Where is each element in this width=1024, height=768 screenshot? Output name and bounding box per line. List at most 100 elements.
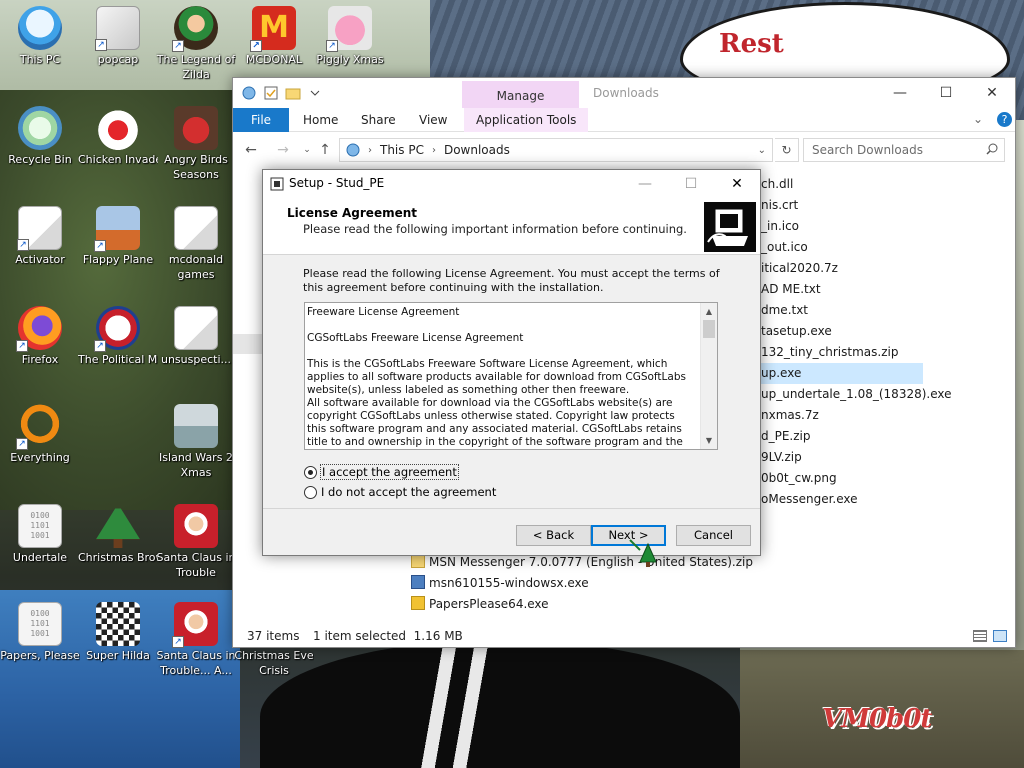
desktop-icon-legend-of-zilda[interactable]: ↗ The Legend of Zilda — [156, 6, 236, 82]
installer-computer-icon — [704, 202, 756, 252]
desktop-icon-popcap[interactable]: ↗ popcap — [78, 6, 158, 67]
address-row: ← → ⌄ ↑ › This PC › Downloads ⌄ ↻ Search… — [233, 136, 1015, 164]
details-view-icon[interactable] — [973, 630, 987, 642]
desktop-icon-piggly-xmas[interactable]: ↗ Piggly Xmas — [310, 6, 390, 67]
file-row[interactable]: d_PE.zip — [761, 426, 811, 447]
shortcut-arrow-icon: ↗ — [326, 40, 338, 52]
accept-radio-option[interactable]: I accept the agreement — [304, 464, 459, 480]
dialog-subheading: Please read the following important info… — [303, 222, 687, 236]
scroll-down-icon[interactable]: ▼ — [701, 432, 717, 449]
desktop-icon-activator[interactable]: ↗ Activator — [0, 206, 80, 267]
file-row[interactable]: AD ME.txt — [761, 279, 821, 300]
desktop-icon-everything[interactable]: ↗ Everything — [0, 404, 80, 465]
address-bar[interactable]: › This PC › Downloads ⌄ — [339, 138, 773, 162]
desktop-icon-unsuspecti[interactable]: unsuspecti... — [156, 306, 236, 367]
cancel-button[interactable]: Cancel — [676, 525, 751, 546]
search-placeholder: Search Downloads — [812, 143, 923, 157]
file-row[interactable]: _in.ico — [761, 216, 799, 237]
scroll-thumb[interactable] — [703, 320, 715, 338]
explorer-title: Downloads — [593, 86, 659, 100]
desktop-icon-papers-please[interactable]: 0100 1101 1001 Papers, Please — [0, 602, 80, 663]
desktop-icon-flappy-plane[interactable]: ↗ Flappy Plane — [78, 206, 158, 267]
forward-arrow-icon[interactable]: → — [273, 140, 293, 160]
desktop-icon-this-pc[interactable]: This PC — [0, 6, 80, 67]
search-input[interactable]: Search Downloads — [803, 138, 1005, 162]
file-row[interactable]: nis.crt — [761, 195, 798, 216]
file-row[interactable]: 0b0t_cw.png — [761, 468, 837, 489]
desktop-icon-santa-claus-trouble-a[interactable]: ↗ Santa Claus in Trouble... A... — [156, 602, 236, 678]
file-row[interactable]: nxmas.7z — [761, 405, 819, 426]
chevron-down-icon[interactable] — [307, 85, 323, 101]
minimize-button[interactable]: — — [877, 78, 923, 108]
file-row[interactable]: tasetup.exe — [761, 321, 832, 342]
tab-application-tools[interactable]: Application Tools — [464, 108, 589, 132]
desktop-icon-political-machine[interactable]: ↗ The Political Machine 2... — [78, 306, 158, 367]
dialog-minimize-button[interactable]: — — [622, 170, 668, 198]
political-machine-icon: ↗ — [94, 306, 140, 352]
tab-share[interactable]: Share — [349, 108, 408, 132]
tab-view[interactable]: View — [407, 108, 459, 132]
file-row-selected[interactable]: up.exe — [755, 363, 923, 384]
decline-radio-label[interactable]: I do not accept the agreement — [321, 485, 496, 499]
desktop-icon-mcdonal[interactable]: M ↗ MCDONAL — [234, 6, 314, 67]
maximize-button[interactable]: ☐ — [923, 78, 969, 108]
tab-file[interactable]: File — [233, 108, 289, 132]
desktop-icon-undertale[interactable]: 0100 1101 1001 Undertale — [0, 504, 80, 565]
back-arrow-icon[interactable]: ← — [241, 140, 261, 160]
properties-icon[interactable] — [263, 85, 279, 101]
breadcrumb-this-pc[interactable]: This PC — [380, 143, 424, 157]
file-row[interactable]: up_undertale_1.08_(18328).exe — [761, 384, 952, 405]
file-row[interactable]: _out.ico — [761, 237, 808, 258]
chevron-right-icon: › — [368, 144, 372, 156]
scroll-up-icon[interactable]: ▲ — [701, 303, 717, 320]
refresh-icon[interactable]: ↻ — [775, 138, 799, 162]
flappy-plane-icon: ↗ — [94, 206, 140, 252]
dialog-close-button[interactable]: ✕ — [714, 170, 760, 198]
manage-tab[interactable]: Manage — [462, 81, 579, 108]
shortcut-arrow-icon: ↗ — [94, 340, 106, 352]
search-icon — [986, 143, 998, 155]
address-dropdown-icon[interactable]: ⌄ — [758, 145, 766, 156]
decline-radio[interactable] — [304, 485, 317, 499]
new-folder-icon[interactable] — [285, 85, 301, 101]
desktop-icon-firefox[interactable]: ↗ Firefox — [0, 306, 80, 367]
back-button[interactable]: < Back — [516, 525, 591, 546]
desktop-icon-super-hilda[interactable]: Super Hilda — [78, 602, 158, 663]
desktop-icon-christmas-browser-99[interactable]: Christmas Browser 99 — [78, 504, 158, 565]
recent-dropdown-icon[interactable]: ⌄ — [297, 140, 317, 160]
status-selection: 1 item selected 1.16 MB — [313, 629, 463, 643]
recycle-bin-icon — [18, 106, 62, 150]
installer-icon — [411, 575, 425, 589]
desktop-icon-angry-birds-seasons[interactable]: Angry Birds Seasons — [156, 106, 236, 182]
close-button[interactable]: ✕ — [969, 78, 1015, 108]
desktop-icon-island-wars-2-xmas[interactable]: Island Wars 2 Xmas — [156, 404, 236, 480]
license-text-box[interactable]: Freeware License Agreement CGSoftLabs Fr… — [304, 302, 718, 450]
large-icons-view-icon[interactable] — [993, 630, 1007, 642]
desktop-icon-chicken-invaders-2[interactable]: Chicken Invaders 2 — [78, 106, 158, 167]
license-scrollbar[interactable]: ▲ ▼ — [700, 303, 717, 449]
file-row-msn610155[interactable]: msn610155-windowsx.exe — [411, 573, 589, 594]
help-icon[interactable]: ? — [997, 112, 1012, 127]
ribbon-expand-icon[interactable]: ⌄ — [973, 112, 983, 126]
accept-radio-label[interactable]: I accept the agreement — [320, 464, 459, 480]
file-row[interactable]: ch.dll — [761, 174, 793, 195]
desktop-icon-santa-claus-in-trouble[interactable]: Santa Claus in Trouble — [156, 504, 236, 580]
tab-home[interactable]: Home — [291, 108, 350, 132]
setup-dialog: Setup - Stud_PE — ☐ ✕ License Agreement … — [262, 169, 761, 556]
file-row[interactable]: 9LV.zip — [761, 447, 802, 468]
file-icon — [174, 206, 218, 250]
up-arrow-icon[interactable]: ↑ — [315, 140, 335, 160]
desktop-icon-recycle-bin[interactable]: Recycle Bin — [0, 106, 80, 167]
file-row-papersplease64[interactable]: PapersPlease64.exe — [411, 594, 549, 615]
desktop-icon-mcdonald-games[interactable]: mcdonald games — [156, 206, 236, 282]
dialog-body: Please read the following License Agreem… — [263, 256, 760, 506]
file-row[interactable]: oMessenger.exe — [761, 489, 858, 510]
file-row[interactable]: dme.txt — [761, 300, 808, 321]
chicken-icon — [96, 106, 140, 150]
file-row[interactable]: itical2020.7z — [761, 258, 838, 279]
dialog-maximize-button[interactable]: ☐ — [668, 170, 714, 198]
file-row[interactable]: 132_tiny_christmas.zip — [761, 342, 898, 363]
decline-radio-option[interactable]: I do not accept the agreement — [304, 484, 496, 500]
accept-radio[interactable] — [304, 465, 317, 479]
breadcrumb-downloads[interactable]: Downloads — [444, 143, 510, 157]
